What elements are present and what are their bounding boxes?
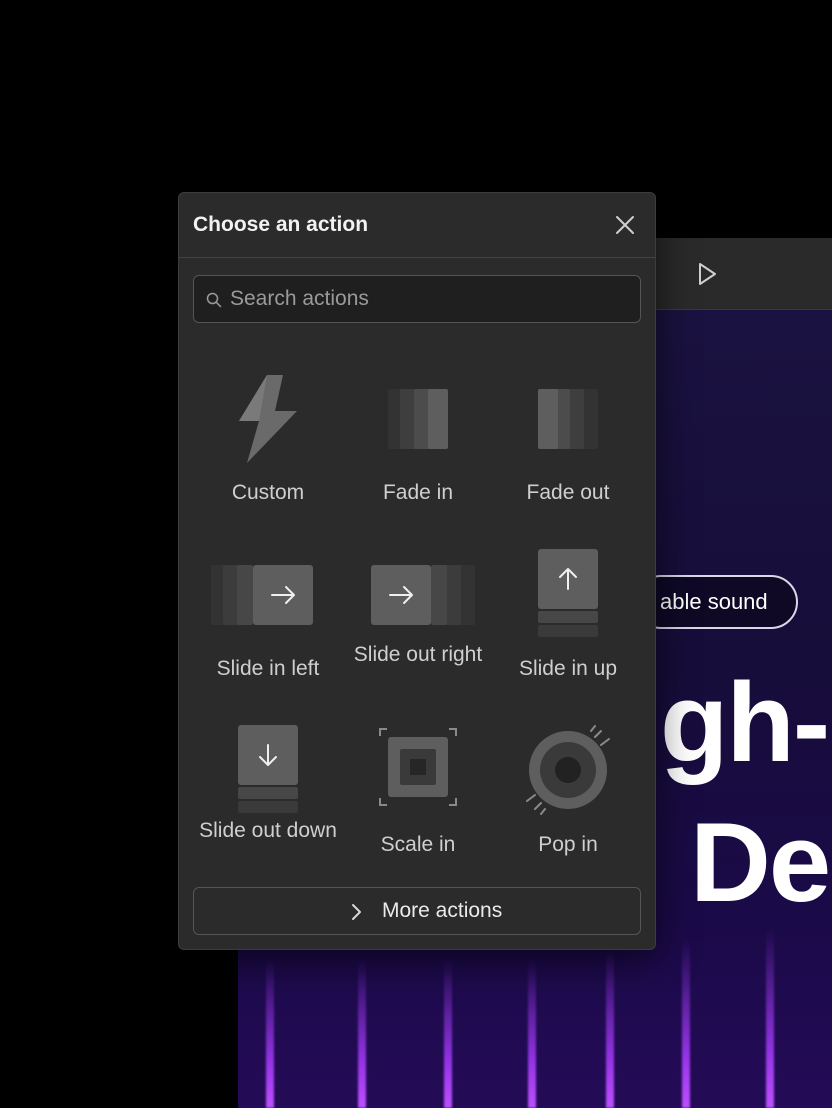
fade-in-icon <box>388 389 448 449</box>
scale-in-icon <box>379 728 457 806</box>
close-icon[interactable] <box>611 211 639 239</box>
action-label: Fade in <box>382 481 454 504</box>
action-scale-in[interactable]: Scale in <box>343 721 493 871</box>
action-label: Fade out <box>526 481 610 504</box>
light-streak <box>444 958 452 1108</box>
action-pop-in[interactable]: Pop in <box>493 721 643 871</box>
action-custom[interactable]: Custom <box>193 363 343 513</box>
action-slide-in-up[interactable]: Slide in up <box>493 543 643 693</box>
dialog-title: Choose an action <box>193 213 369 236</box>
choose-action-dialog: Choose an action Custom Fade in <box>178 192 656 950</box>
action-label: Custom <box>231 481 305 504</box>
action-label: Scale in <box>380 833 456 856</box>
slide-in-left-icon <box>211 565 313 625</box>
chevron-right-icon <box>352 904 361 920</box>
search-icon <box>206 292 222 308</box>
action-label: Pop in <box>538 833 598 856</box>
action-label: Slide in left <box>216 657 320 680</box>
slide-out-right-icon <box>371 565 475 625</box>
hero-heading-line-1: gh- <box>660 660 830 785</box>
light-streak <box>682 938 690 1108</box>
light-streak <box>606 948 614 1108</box>
action-label: Slide in up <box>518 657 618 680</box>
slide-in-up-icon <box>538 549 598 637</box>
light-streak <box>266 958 274 1108</box>
light-streak <box>528 958 536 1108</box>
dialog-header: Choose an action <box>179 193 655 258</box>
action-slide-out-right[interactable]: Slide out right <box>343 543 493 703</box>
light-streak <box>358 958 366 1108</box>
play-icon[interactable] <box>692 260 720 288</box>
more-actions-button[interactable]: More actions <box>193 887 641 935</box>
pop-in-icon <box>526 725 610 815</box>
search-input[interactable] <box>230 276 630 322</box>
action-slide-in-left[interactable]: Slide in left <box>193 543 343 693</box>
slide-out-down-icon <box>238 725 298 813</box>
light-streak <box>766 928 774 1108</box>
search-field[interactable] <box>193 275 641 323</box>
lightning-bolt-icon <box>239 375 297 463</box>
action-fade-out[interactable]: Fade out <box>493 363 643 513</box>
enable-sound-button[interactable]: able sound <box>634 575 798 629</box>
hero-heading-line-2: De <box>690 800 831 925</box>
action-slide-out-down[interactable]: Slide out down <box>193 721 343 881</box>
action-label: Slide out right <box>353 643 483 666</box>
action-label: Slide out down <box>199 819 337 842</box>
fade-out-icon <box>538 389 598 449</box>
action-fade-in[interactable]: Fade in <box>343 363 493 513</box>
more-actions-label: More actions <box>382 899 503 922</box>
